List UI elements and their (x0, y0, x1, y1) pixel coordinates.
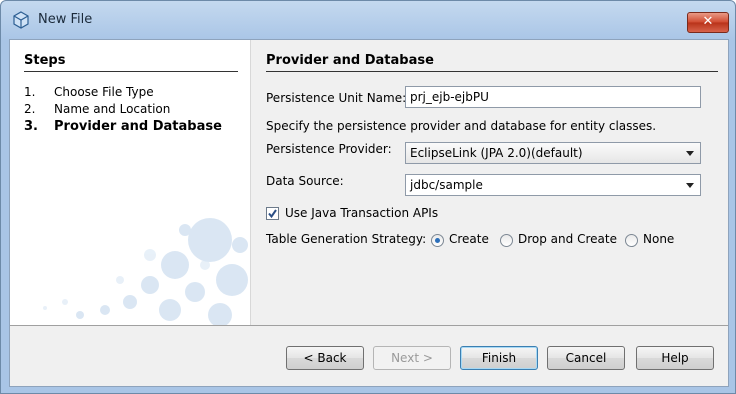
datasource-select[interactable]: jdbc/sample (405, 174, 701, 196)
step-number: 1. (24, 85, 36, 99)
radio-drop-and-create[interactable] (500, 234, 513, 247)
step-label: Choose File Type (54, 85, 154, 99)
next-button[interactable]: Next > (373, 346, 451, 370)
step-2: 2. Name and Location (24, 102, 170, 116)
back-button[interactable]: < Back (286, 346, 364, 370)
netbeans-cube-icon (13, 11, 29, 29)
finish-button[interactable]: Finish (460, 346, 538, 370)
close-icon: ✕ (702, 14, 714, 29)
section-divider (266, 71, 718, 72)
step-label: Provider and Database (54, 119, 222, 134)
title-bar[interactable]: New File ✕ (1, 1, 735, 37)
radio-none[interactable] (625, 234, 638, 247)
dialog-content: Steps 1. Choose File Type 2. Name and Loca… (9, 39, 729, 387)
new-file-dialog: New File ✕ Steps 1. Choose File Type 2. … (0, 0, 736, 394)
decorative-bubbles (43, 218, 248, 325)
datasource-value: jdbc/sample (410, 178, 483, 192)
datasource-label: Data Source: (266, 174, 344, 188)
cancel-button[interactable]: Cancel (547, 346, 625, 370)
close-button[interactable]: ✕ (687, 12, 729, 33)
jta-checkbox[interactable] (266, 207, 279, 220)
radio-create-label[interactable]: Create (449, 232, 489, 246)
checkmark-icon (268, 209, 277, 219)
radio-none-label[interactable]: None (643, 232, 674, 246)
table-gen-label: Table Generation Strategy: (266, 232, 427, 246)
chevron-down-icon (686, 183, 694, 188)
radio-create[interactable] (431, 234, 444, 247)
provider-label: Persistence Provider: (266, 142, 392, 156)
button-bar-divider (10, 325, 728, 326)
hint-text: Specify the persistence provider and dat… (266, 119, 657, 133)
steps-panel: Steps 1. Choose File Type 2. Name and Loca… (10, 40, 250, 325)
section-title: Provider and Database (266, 53, 434, 68)
radio-drop-and-create-label[interactable]: Drop and Create (518, 232, 617, 246)
step-number: 2. (24, 102, 36, 116)
step-label: Name and Location (54, 102, 171, 116)
steps-divider (24, 71, 238, 72)
provider-select[interactable]: EclipseLink (JPA 2.0)(default) (405, 142, 701, 164)
step-number: 3. (24, 119, 38, 134)
window-title: New File (38, 12, 93, 27)
jta-label[interactable]: Use Java Transaction APIs (285, 206, 438, 220)
step-3-current: 3. Provider and Database (24, 119, 222, 134)
provider-value: EclipseLink (JPA 2.0)(default) (410, 146, 583, 160)
chevron-down-icon (686, 151, 694, 156)
provider-database-panel: Provider and Database Persistence Unit N… (251, 40, 728, 325)
pu-name-label: Persistence Unit Name: (266, 91, 407, 105)
steps-heading: Steps (24, 53, 66, 68)
help-button[interactable]: Help (636, 346, 714, 370)
pu-name-input[interactable]: prj_ejb-ejbPU (405, 86, 701, 108)
step-1: 1. Choose File Type (24, 85, 154, 99)
